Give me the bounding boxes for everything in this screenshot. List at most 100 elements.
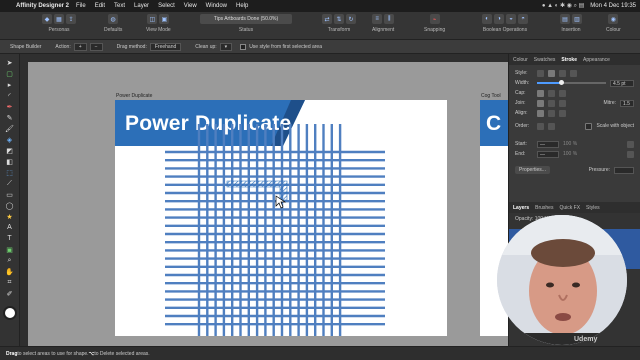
tab-layers[interactable]: Layers [513, 205, 529, 211]
distribute-icon[interactable]: ⫼ [384, 14, 395, 24]
menu-view[interactable]: View [184, 3, 197, 9]
artboard-label-power-duplicate[interactable]: Power Duplicate [116, 93, 152, 99]
pen-tool-icon[interactable]: ✒ [5, 102, 15, 111]
xor-icon[interactable]: ◓ [518, 14, 528, 24]
align-icon[interactable]: ≡ [372, 14, 383, 24]
align-outside-button[interactable] [559, 109, 566, 117]
properties-button[interactable]: Properties... [515, 166, 550, 174]
knife-tool-icon[interactable]: ⟋ [5, 179, 15, 188]
style-brush-button[interactable] [570, 69, 577, 77]
tab-appearance[interactable]: Appearance [583, 57, 610, 63]
tab-brushes[interactable]: Brushes [535, 205, 553, 211]
align-inside-button[interactable] [548, 109, 555, 117]
alignment-group[interactable]: ≡ ⫼ Alignment [372, 14, 394, 33]
start-pct[interactable]: 100 % [563, 141, 577, 147]
fill-stroke-swatch[interactable] [2, 306, 17, 320]
rotate-icon[interactable]: ↻ [346, 14, 356, 24]
menu-file[interactable]: File [76, 3, 86, 9]
width-field[interactable]: 4.5 pt [610, 79, 634, 87]
join-bevel-button[interactable] [559, 99, 566, 107]
insert-behind-icon[interactable]: ▤ [560, 14, 570, 24]
order-behind-button[interactable] [537, 122, 544, 130]
snapping-icon[interactable]: ⌁ [429, 14, 440, 24]
style-dash-button[interactable] [559, 69, 566, 77]
transform-group[interactable]: ⇄ ⇅ ↻ Transform [322, 14, 356, 33]
tab-stroke[interactable]: Stroke [561, 57, 577, 63]
view-mode-icon[interactable]: ◫ [147, 14, 158, 24]
subtract-icon[interactable]: ◑ [494, 14, 504, 24]
cap-square-button[interactable] [559, 89, 566, 97]
mitre-field[interactable]: 1.5 [620, 99, 634, 107]
status-group[interactable]: Tips Artboards Done (50.0%) Status [200, 14, 292, 33]
start-swap-button[interactable] [627, 140, 634, 148]
menu-select[interactable]: Select [158, 3, 175, 9]
cap-butt-button[interactable] [537, 89, 544, 97]
intersect-icon[interactable]: ◒ [506, 14, 516, 24]
scale-checkbox[interactable] [585, 122, 593, 130]
frame-text-tool-icon[interactable]: T [5, 234, 15, 243]
action-subtract-button[interactable]: − [89, 42, 103, 51]
vector-crop-tool-icon[interactable]: ⌗ [5, 278, 15, 287]
rectangle-tool-icon[interactable]: ▭ [5, 190, 15, 199]
artboard-label-cog-tool[interactable]: Cog Tool [481, 93, 501, 99]
insertion-group[interactable]: ▤ ▥ Insertion [560, 14, 582, 33]
canvas[interactable]: Power Duplicate Power Duplicate Cog Tool… [20, 54, 508, 346]
pressure-graph[interactable] [614, 166, 634, 174]
flip-v-icon[interactable]: ⇅ [334, 14, 344, 24]
star-tool-icon[interactable]: ★ [5, 212, 15, 221]
tab-swatches[interactable]: Swatches [534, 57, 556, 63]
style-none-button[interactable] [537, 69, 544, 77]
fill-tool-icon[interactable]: ◈ [5, 135, 15, 144]
document-dropdown[interactable]: Tips Artboards Done (50.0%) [200, 14, 292, 24]
hand-tool-icon[interactable]: ✋ [5, 267, 15, 276]
cap-round-button[interactable] [548, 89, 555, 97]
line-grid[interactable] [115, 100, 447, 336]
ellipse-tool-icon[interactable]: ◯ [5, 201, 15, 210]
end-arrow-select[interactable]: — [537, 150, 559, 158]
personas-group[interactable]: ◆ ▦ ⇪ Personas [42, 14, 76, 33]
boolean-group[interactable]: ◐ ◑ ◒ ◓ Boolean Operations [482, 14, 528, 33]
defaults-icon[interactable]: ◍ [108, 14, 119, 24]
style-solid-button[interactable] [548, 69, 555, 77]
join-miter-button[interactable] [537, 99, 544, 107]
move-tool-icon[interactable]: ➤ [5, 58, 15, 67]
gradient-tool-icon[interactable]: ◩ [5, 146, 15, 155]
snapping-group[interactable]: ⌁ Snapping [424, 14, 445, 33]
tab-styles[interactable]: Styles [586, 205, 600, 211]
shape-builder-tool-icon[interactable]: ⬚ [5, 168, 15, 177]
menu-layer[interactable]: Layer [134, 3, 149, 9]
brush-tool-icon[interactable]: 🖌 [5, 124, 15, 133]
menu-window[interactable]: Window [206, 3, 227, 9]
view-mode-alt-icon[interactable]: ▣ [159, 14, 170, 24]
flip-h-icon[interactable]: ⇄ [322, 14, 332, 24]
corner-tool-icon[interactable]: ◜ [5, 91, 15, 100]
menu-edit[interactable]: Edit [95, 3, 105, 9]
color-picker-tool-icon[interactable]: ✐ [5, 289, 15, 298]
designer-persona-icon[interactable]: ◆ [42, 14, 52, 24]
artboard-power-duplicate[interactable]: Power Duplicate [115, 100, 447, 336]
first-style-checkbox[interactable] [240, 43, 247, 50]
join-round-button[interactable] [548, 99, 555, 107]
drag-method-select[interactable]: Freehand [149, 42, 182, 51]
tab-quick-fx[interactable]: Quick FX [559, 205, 580, 211]
view-mode-group[interactable]: ◫ ▣ View Mode [146, 14, 171, 33]
place-image-tool-icon[interactable]: ▣ [5, 245, 15, 254]
pencil-tool-icon[interactable]: ✎ [5, 113, 15, 122]
colour-group[interactable]: ◉ Colour [606, 14, 621, 33]
text-tool-icon[interactable]: A [5, 223, 15, 232]
insert-top-icon[interactable]: ▥ [572, 14, 582, 24]
action-add-button[interactable]: + [73, 42, 87, 51]
pixel-persona-icon[interactable]: ▦ [54, 14, 64, 24]
colour-picker-icon[interactable]: ◉ [608, 14, 619, 24]
menu-text[interactable]: Text [114, 3, 125, 9]
transparency-tool-icon[interactable]: ◧ [5, 157, 15, 166]
cleanup-toggle[interactable]: ▾ [219, 42, 233, 51]
menu-help[interactable]: Help [236, 3, 248, 9]
defaults-group[interactable]: ◍ Defaults [104, 14, 122, 33]
artboard-tool-icon[interactable]: ▢ [5, 69, 15, 78]
order-front-button[interactable] [548, 122, 555, 130]
zoom-tool-icon[interactable]: ⌕ [5, 256, 15, 265]
add-icon[interactable]: ◐ [482, 14, 492, 24]
tab-colour[interactable]: Colour [513, 57, 528, 63]
align-center-button[interactable] [537, 109, 544, 117]
